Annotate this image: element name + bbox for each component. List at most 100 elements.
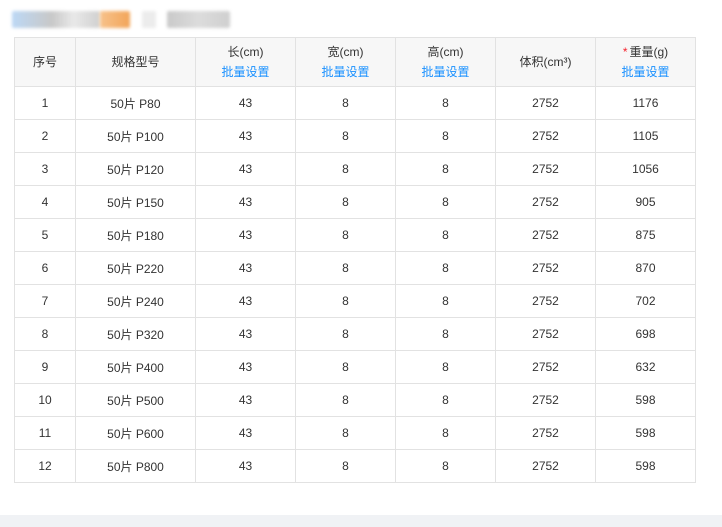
cell-index: 6: [14, 251, 76, 285]
batch-set-weight-link[interactable]: 批量设置: [596, 62, 695, 82]
table-row: 1 50片 P80 43 8 8 2752 1176: [14, 86, 696, 120]
cell-weight: 632: [595, 350, 696, 384]
table-row: 12 50片 P800 43 8 8 2752 598: [14, 449, 696, 483]
cell-width: 8: [295, 185, 396, 219]
cell-volume: 2752: [495, 317, 596, 351]
header-index-label: 序号: [32, 55, 57, 69]
cell-height: 8: [395, 218, 496, 252]
required-mark: *: [622, 45, 628, 59]
header-height: 高(cm) 批量设置: [395, 37, 496, 87]
cell-spec: 50片 P600: [75, 416, 196, 450]
cell-height: 8: [395, 350, 496, 384]
cell-length: 43: [195, 383, 296, 417]
cell-length: 43: [195, 218, 296, 252]
cell-length: 43: [195, 185, 296, 219]
cell-weight: 702: [595, 284, 696, 318]
table-row: 4 50片 P150 43 8 8 2752 905: [14, 185, 696, 219]
header-width-label: 宽(cm): [327, 45, 364, 59]
header-height-label: 高(cm): [427, 45, 464, 59]
cell-length: 43: [195, 119, 296, 153]
cell-spec: 50片 P180: [75, 218, 196, 252]
cell-index: 5: [14, 218, 76, 252]
cell-index: 7: [14, 284, 76, 318]
cell-index: 8: [14, 317, 76, 351]
cell-spec: 50片 P500: [75, 383, 196, 417]
cell-volume: 2752: [495, 383, 596, 417]
table-row: 9 50片 P400 43 8 8 2752 632: [14, 350, 696, 384]
cell-spec: 50片 P320: [75, 317, 196, 351]
cell-weight: 698: [595, 317, 696, 351]
cell-weight: 870: [595, 251, 696, 285]
cell-volume: 2752: [495, 119, 596, 153]
header-length: 长(cm) 批量设置: [195, 37, 296, 87]
cell-weight: 905: [595, 185, 696, 219]
cell-index: 10: [14, 383, 76, 417]
cell-length: 43: [195, 416, 296, 450]
cell-height: 8: [395, 383, 496, 417]
header-index: 序号: [14, 37, 76, 87]
cell-weight: 598: [595, 383, 696, 417]
header-weight: * 重量(g) 批量设置: [595, 37, 696, 87]
cell-height: 8: [395, 119, 496, 153]
table-row: 6 50片 P220 43 8 8 2752 870: [14, 251, 696, 285]
cell-width: 8: [295, 350, 396, 384]
cell-width: 8: [295, 449, 396, 483]
cell-weight: 1105: [595, 119, 696, 153]
cell-length: 43: [195, 251, 296, 285]
cell-index: 1: [14, 86, 76, 120]
table-row: 2 50片 P100 43 8 8 2752 1105: [14, 119, 696, 153]
cell-height: 8: [395, 251, 496, 285]
cell-height: 8: [395, 86, 496, 120]
cell-spec: 50片 P80: [75, 86, 196, 120]
cell-volume: 2752: [495, 251, 596, 285]
blurred-text-block: [142, 11, 156, 28]
page-bottom-bar: [0, 515, 722, 527]
cell-width: 8: [295, 251, 396, 285]
cell-height: 8: [395, 152, 496, 186]
cell-width: 8: [295, 86, 396, 120]
cell-height: 8: [395, 416, 496, 450]
header-length-label: 长(cm): [227, 45, 264, 59]
cell-index: 3: [14, 152, 76, 186]
blurred-text-block: [167, 11, 230, 28]
cell-index: 12: [14, 449, 76, 483]
batch-set-length-link[interactable]: 批量设置: [196, 62, 295, 82]
cell-volume: 2752: [495, 350, 596, 384]
cell-weight: 1176: [595, 86, 696, 120]
cell-length: 43: [195, 449, 296, 483]
cell-spec: 50片 P220: [75, 251, 196, 285]
blurred-text-block: [12, 11, 100, 28]
cell-volume: 2752: [495, 416, 596, 450]
header-width: 宽(cm) 批量设置: [295, 37, 396, 87]
header-weight-label: 重量(g): [629, 45, 669, 59]
table-row: 10 50片 P500 43 8 8 2752 598: [14, 383, 696, 417]
cell-weight: 598: [595, 416, 696, 450]
cell-spec: 50片 P800: [75, 449, 196, 483]
cell-index: 11: [14, 416, 76, 450]
cell-height: 8: [395, 449, 496, 483]
cell-length: 43: [195, 317, 296, 351]
cell-spec: 50片 P120: [75, 152, 196, 186]
cell-spec: 50片 P240: [75, 284, 196, 318]
header-spec-label: 规格型号: [111, 55, 160, 69]
cell-spec: 50片 P400: [75, 350, 196, 384]
table-header-row: 序号 规格型号 长(cm) 批量设置 宽(cm) 批量设置 高(cm) 批量设置…: [14, 37, 696, 87]
cell-volume: 2752: [495, 185, 596, 219]
cell-height: 8: [395, 317, 496, 351]
cell-length: 43: [195, 152, 296, 186]
cell-width: 8: [295, 284, 396, 318]
table-row: 7 50片 P240 43 8 8 2752 702: [14, 284, 696, 318]
cell-width: 8: [295, 416, 396, 450]
cell-width: 8: [295, 383, 396, 417]
table-body: 1 50片 P80 43 8 8 2752 1176 2 50片 P100 43 8 8 2752 110…: [14, 86, 696, 483]
cell-height: 8: [395, 284, 496, 318]
cell-weight: 875: [595, 218, 696, 252]
batch-set-height-link[interactable]: 批量设置: [396, 62, 495, 82]
table-row: 5 50片 P180 43 8 8 2752 875: [14, 218, 696, 252]
blurred-title-bar: [12, 9, 252, 29]
table-row: 3 50片 P120 43 8 8 2752 1056: [14, 152, 696, 186]
cell-volume: 2752: [495, 218, 596, 252]
batch-set-width-link[interactable]: 批量设置: [296, 62, 395, 82]
cell-spec: 50片 P150: [75, 185, 196, 219]
cell-length: 43: [195, 86, 296, 120]
